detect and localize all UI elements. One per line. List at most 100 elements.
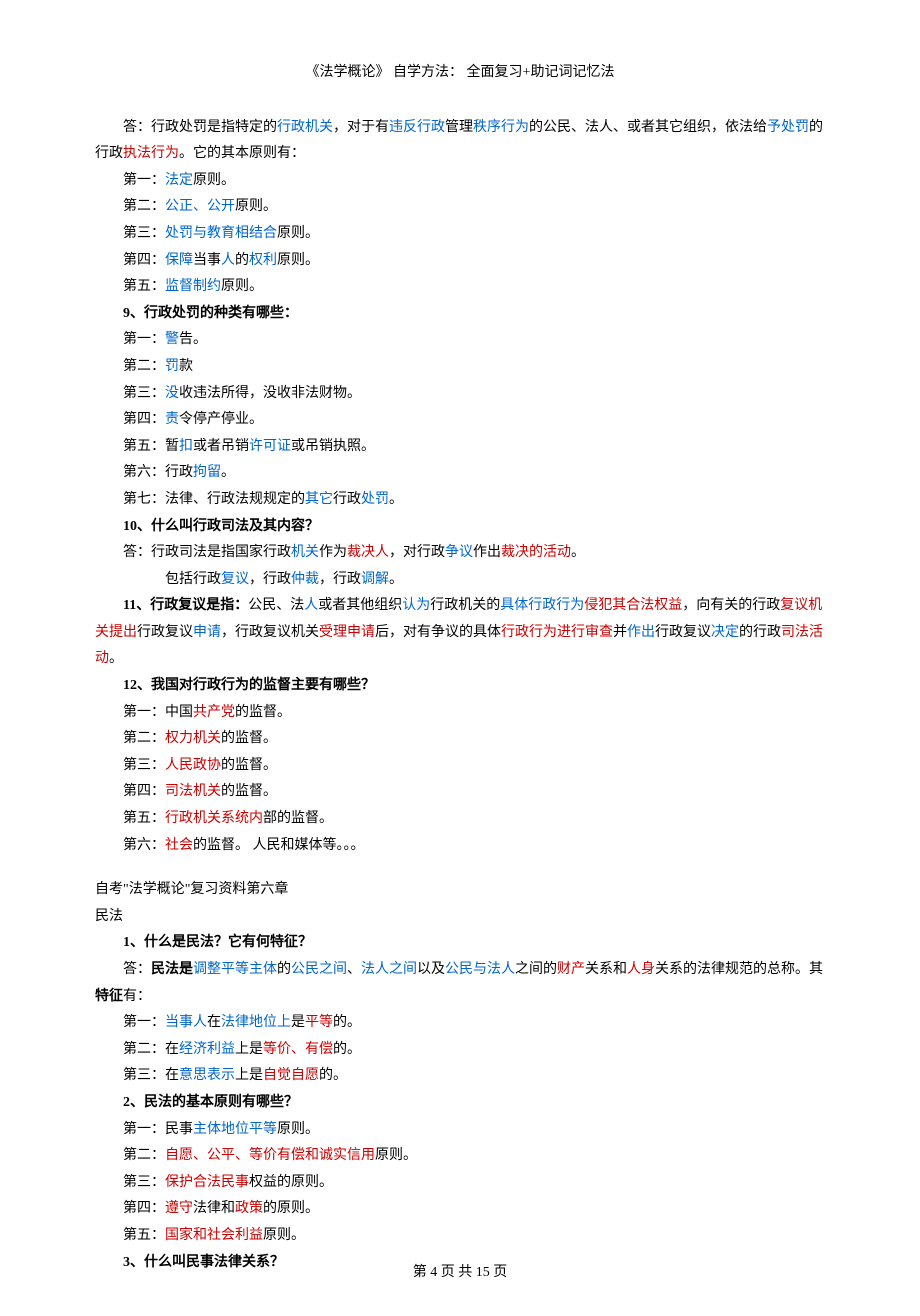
- t: 第五：: [123, 279, 165, 294]
- kw: 其它: [305, 492, 333, 507]
- chapter-6-title: 自考"法学概论"复习资料第六章: [95, 877, 825, 904]
- m1-item-2: 第二：在经济利益上是等价、有偿的。: [95, 1037, 825, 1064]
- q12-item-2: 第二：权力机关的监督。: [95, 726, 825, 753]
- kw: 调解: [361, 572, 389, 587]
- t: 告。: [179, 332, 207, 347]
- kw: 违反行政: [389, 120, 445, 135]
- kw: 仲裁: [291, 572, 319, 587]
- principle-2: 第二：公正、公开原则。: [95, 194, 825, 221]
- t: 第五：暂: [123, 439, 179, 454]
- kw: 当事人: [165, 1015, 207, 1030]
- kw: 执法行为: [123, 146, 179, 161]
- kw: 人身: [627, 962, 655, 977]
- t: 第三：: [123, 758, 165, 773]
- t: 第二：: [123, 199, 165, 214]
- m2-item-5: 第五：国家和社会利益原则。: [95, 1223, 825, 1250]
- t: 第三：: [123, 226, 165, 241]
- t: 原则。: [193, 173, 235, 188]
- kw: 申请: [193, 625, 221, 640]
- q9-item-6: 第六：行政拘留。: [95, 460, 825, 487]
- document-page: 《法学概论》 自学方法： 全面复习+助记词记忆法 答：行政处罚是指特定的行政机关…: [0, 0, 920, 1316]
- t: 以及: [417, 962, 445, 977]
- t: 的公民、法人、或者其它组织，依法给: [529, 120, 767, 135]
- q10-answer-a: 答：行政司法是指国家行政机关作为裁决人，对行政争议作出裁决的活动。: [95, 540, 825, 567]
- kw: 公正、公开: [165, 199, 235, 214]
- t: 行政复议: [137, 625, 193, 640]
- t: 答：行政处罚是指特定的: [123, 120, 277, 135]
- t: 答：: [123, 962, 151, 977]
- kw: 机关: [291, 545, 319, 560]
- t: 令停产停业。: [179, 412, 263, 427]
- t: 原则。: [277, 226, 319, 241]
- t: 或吊销执照。: [291, 439, 375, 454]
- kw: 决定: [711, 625, 739, 640]
- m1-answer: 答：民法是调整平等主体的公民之间、法人之间以及公民与法人之间的财产关系和人身关系…: [95, 957, 825, 1010]
- t: 包括行政: [165, 572, 221, 587]
- kw: 争议: [445, 545, 473, 560]
- m2-item-4: 第四：遵守法律和政策的原则。: [95, 1196, 825, 1223]
- t: ，行政: [249, 572, 291, 587]
- kw: 受理申请: [319, 625, 375, 640]
- kw: 社会: [165, 838, 193, 853]
- kw: 扣: [179, 439, 193, 454]
- t: 公民、法: [248, 598, 304, 613]
- t: 款: [179, 359, 193, 374]
- t: 的: [277, 962, 291, 977]
- t: 第三：: [123, 386, 165, 401]
- kw: 自觉自愿: [263, 1068, 319, 1083]
- kw: 拘留: [193, 465, 221, 480]
- principle-3: 第三：处罚与教育相结合原则。: [95, 221, 825, 248]
- q10-answer-b: 包括行政复议，行政仲裁，行政调解。: [95, 567, 825, 594]
- t: 的。: [333, 1015, 361, 1030]
- t: 的。: [333, 1042, 361, 1057]
- t: 上是: [235, 1068, 263, 1083]
- t: 第六：: [123, 838, 165, 853]
- kw: 许可证: [249, 439, 291, 454]
- page-footer: 第 4 页 共 15 页: [0, 1260, 920, 1287]
- t: 。: [389, 492, 403, 507]
- t: 并: [613, 625, 627, 640]
- t: 行政复议: [655, 625, 711, 640]
- q12-item-1: 第一：中国共产党的监督。: [95, 700, 825, 727]
- kw: 法律地位上: [221, 1015, 291, 1030]
- t: 或者其他组织: [318, 598, 402, 613]
- t: 第一：: [123, 1015, 165, 1030]
- kw: 公民之间: [291, 962, 347, 977]
- question-11: 11、行政复议是指：公民、法人或者其他组织认为行政机关的具体行政行为侵犯其合法权…: [95, 593, 825, 673]
- kw: 公民与法人: [445, 962, 515, 977]
- t: 在: [207, 1015, 221, 1030]
- t: 上是: [235, 1042, 263, 1057]
- m-question-2: 2、民法的基本原则有哪些？: [95, 1090, 825, 1117]
- page-header: 《法学概论》 自学方法： 全面复习+助记词记忆法: [95, 60, 825, 87]
- t: 第二：在: [123, 1042, 179, 1057]
- kw: 国家和社会利益: [165, 1228, 263, 1243]
- kw: 处罚与教育相结合: [165, 226, 277, 241]
- chapter-6-subtitle: 民法: [95, 904, 825, 931]
- m2-item-1: 第一：民事主体地位平等原则。: [95, 1117, 825, 1144]
- t: 特征: [95, 989, 123, 1004]
- t: 第一：民事: [123, 1122, 193, 1137]
- kw: 保障: [165, 253, 193, 268]
- kw: 意思表示: [179, 1068, 235, 1083]
- kw: 裁决人: [347, 545, 389, 560]
- t: 之间的: [515, 962, 557, 977]
- kw: 财产: [557, 962, 585, 977]
- q12-item-4: 第四：司法机关的监督。: [95, 779, 825, 806]
- t: 部的监督。: [263, 811, 333, 826]
- q12-item-5: 第五：行政机关系统内部的监督。: [95, 806, 825, 833]
- kw: 遵守: [165, 1201, 193, 1216]
- t: 权益的原则。: [249, 1175, 333, 1190]
- t: 第三：在: [123, 1068, 179, 1083]
- kw: 权利: [249, 253, 277, 268]
- t: 原则。: [221, 279, 263, 294]
- t: 是: [291, 1015, 305, 1030]
- t: 的原则。: [263, 1201, 319, 1216]
- answer-intro: 答：行政处罚是指特定的行政机关，对于有违反行政管理秩序行为的公民、法人、或者其它…: [95, 115, 825, 168]
- kw: 司法机关: [165, 784, 221, 799]
- kw: 主体地位平等: [193, 1122, 277, 1137]
- m1-item-1: 第一：当事人在法律地位上是平等的。: [95, 1010, 825, 1037]
- t: ，对于有: [333, 120, 389, 135]
- q9-item-2: 第二：罚款: [95, 354, 825, 381]
- kw: 法人之间: [361, 962, 417, 977]
- t: 的监督。 人民和媒体等。。。: [193, 838, 365, 853]
